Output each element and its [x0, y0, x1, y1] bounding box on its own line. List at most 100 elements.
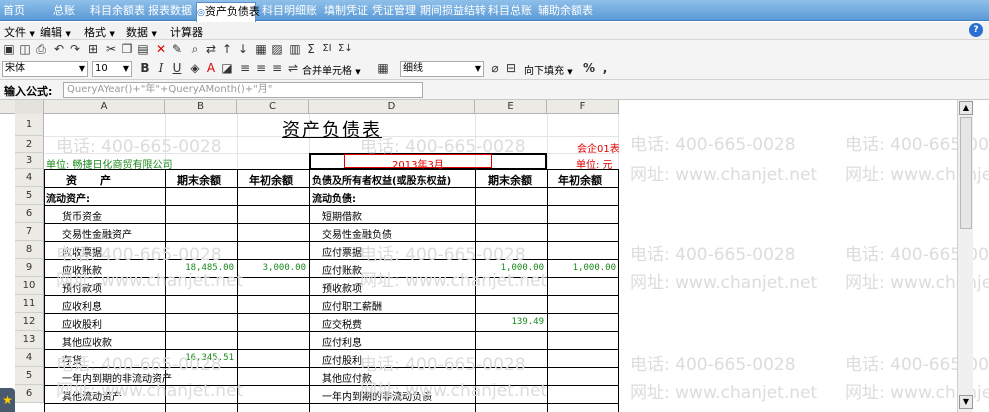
sort-desc-icon[interactable]: ↓ [236, 42, 250, 56]
value-receivable-end: 18,485.00 [185, 263, 234, 273]
tab-general-ledger[interactable]: 总账 [50, 2, 78, 21]
grid-icon[interactable]: ▦ [376, 61, 390, 75]
border-icon[interactable]: ◪ [220, 61, 234, 75]
row-header[interactable]: 12 [15, 313, 44, 331]
print-preview-icon[interactable]: ◫ [18, 42, 32, 56]
row-header[interactable]: 4 [15, 349, 44, 367]
item-dividends-payable: 应付股利 [322, 356, 362, 367]
paste-icon[interactable]: ▤ [136, 42, 150, 56]
format-painter-icon[interactable]: ⊟ [504, 61, 518, 75]
insert-cell-icon[interactable]: ⊞ [86, 42, 100, 56]
thousands-separator-icon[interactable]: , [598, 61, 612, 75]
tab-home[interactable]: 首页 [0, 2, 28, 21]
copy-icon[interactable]: ❐ [120, 42, 134, 56]
wrap-icon[interactable]: ⇌ [286, 61, 300, 75]
bold-icon[interactable]: B [138, 61, 152, 75]
sum-col-icon[interactable]: Σ↓ [338, 42, 353, 56]
cell-grid[interactable]: 资产负债表 会企01表 单位: 畅捷日化商贸有限公司 2013年3月 单位: 元… [44, 114, 620, 412]
row-header[interactable]: 6 [15, 385, 44, 403]
align-right-icon[interactable]: ≡ [270, 61, 284, 75]
tab-period-profit-loss[interactable]: 期间损益结转 [420, 2, 486, 21]
save-icon[interactable]: ▣ [2, 42, 16, 56]
menu-data[interactable]: 数据 ▼ [126, 24, 157, 40]
column-header-a[interactable]: A [44, 100, 165, 114]
tab-account-balance[interactable]: 科目余额表 [90, 2, 145, 21]
favorite-star-icon[interactable]: ★ [0, 388, 15, 412]
row-header[interactable]: 10 [15, 277, 44, 295]
scroll-up-icon[interactable]: ▲ [959, 101, 973, 115]
tab-balance-sheet[interactable]: ◎资产负债表 [196, 2, 260, 22]
find-icon[interactable]: ⌕ [188, 42, 202, 56]
column-header-f[interactable]: F [547, 100, 619, 114]
row-header[interactable]: 9 [15, 259, 44, 277]
item-dividends-receivable: 应收股利 [62, 320, 102, 331]
fill-down-button[interactable]: 向下填充 ▼ [524, 62, 573, 77]
row-header[interactable]: 5 [15, 367, 44, 385]
redo-icon[interactable]: ↷ [68, 42, 82, 56]
picture-icon[interactable]: ▨ [270, 42, 284, 56]
chart-icon[interactable]: ▦ [254, 42, 268, 56]
row-header[interactable]: 1 [15, 114, 44, 136]
row-header[interactable]: 4 [15, 169, 44, 187]
toolbar-row-2: 宋体 ▼ 10 ▼ B I U ◈ A ◪ ≡ ≡ ≡ ⇌ 合并单元格 ▼ ▦ 细线… [2, 60, 622, 78]
tab-voucher-mgmt[interactable]: 凭证管理 [372, 2, 416, 21]
column-header-d[interactable]: D [309, 100, 475, 114]
column-header-c[interactable]: C [237, 100, 309, 114]
cut-icon[interactable]: ✂ [104, 42, 118, 56]
sum-icon[interactable]: Σ [304, 42, 318, 56]
tab-fill-voucher[interactable]: 填制凭证 [324, 2, 368, 21]
row-header[interactable]: 13 [15, 331, 44, 349]
scroll-down-icon[interactable]: ▼ [959, 395, 973, 409]
sort-asc-icon[interactable]: ↑ [220, 42, 234, 56]
border-style-select[interactable]: 细线 ▼ [400, 61, 484, 77]
font-size-select[interactable]: 10 ▼ [92, 61, 132, 77]
font-family-select[interactable]: 宋体 ▼ [2, 61, 88, 77]
item-other-receivables: 其他应收款 [62, 338, 112, 349]
row-header[interactable]: 6 [15, 205, 44, 223]
delete-icon[interactable]: ✕ [154, 42, 168, 56]
dropdown-arrow-icon: ▼ [109, 30, 115, 38]
formula-label: 输入公式: [4, 85, 53, 98]
row-header[interactable]: 8 [15, 241, 44, 259]
merge-cells-button[interactable]: 合并单元格 ▼ [302, 62, 361, 77]
sheet-icon[interactable]: ▥ [288, 42, 302, 56]
row-header[interactable]: 11 [15, 295, 44, 313]
select-all-corner[interactable] [15, 100, 44, 114]
help-icon[interactable]: ? [969, 23, 983, 37]
tab-report-data[interactable]: 报表数据 [148, 2, 192, 21]
menu-bar: 文件 ▼ 编辑 ▼ 格式 ▼ 数据 ▼ 计算器 ? [0, 22, 989, 40]
fill-color-icon[interactable]: ◈ [188, 61, 202, 75]
print-icon[interactable]: ⎙ [34, 42, 48, 56]
vertical-scrollbar[interactable]: ▲ ▼ [957, 100, 973, 412]
row-header[interactable]: 2 [15, 136, 44, 153]
menu-edit[interactable]: 编辑 ▼ [40, 24, 71, 40]
clear-icon[interactable]: ✎ [170, 42, 184, 56]
tab-account-ledger[interactable]: 科目总账 [488, 2, 532, 21]
value-payable-begin: 1,000.00 [572, 263, 616, 273]
sum-row-icon[interactable]: ΣI [320, 42, 334, 56]
menu-format[interactable]: 格式 ▼ [84, 24, 115, 40]
report-title: 资产负债表 [282, 120, 382, 141]
scrollbar-thumb[interactable] [960, 117, 972, 229]
formula-input[interactable]: QueryAYear()+"年"+QueryAMonth()+"月" [63, 82, 423, 98]
align-left-icon[interactable]: ≡ [238, 61, 252, 75]
font-color-icon[interactable]: A [204, 61, 218, 75]
italic-icon[interactable]: I [154, 61, 168, 75]
replace-icon[interactable]: ⇄ [204, 42, 218, 56]
align-center-icon[interactable]: ≡ [254, 61, 268, 75]
undo-icon[interactable]: ↶ [52, 42, 66, 56]
menu-file[interactable]: 文件 ▼ [4, 24, 35, 40]
tab-account-detail[interactable]: 科目明细账 [262, 2, 317, 21]
menu-calculator[interactable]: 计算器 [170, 24, 203, 40]
item-inventory: 存货 [62, 356, 82, 367]
eraser-icon[interactable]: ⌀ [488, 61, 502, 75]
spreadsheet: A B C D E F 1 2 3 4 5 6 7 8 9 10 11 12 1… [0, 100, 989, 412]
row-header[interactable]: 3 [15, 153, 44, 169]
percent-icon[interactable]: % [582, 61, 596, 75]
underline-icon[interactable]: U [170, 61, 184, 75]
row-header[interactable]: 5 [15, 187, 44, 205]
tab-aux-balance[interactable]: 辅助余额表 [538, 2, 593, 21]
row-header[interactable]: 7 [15, 223, 44, 241]
column-header-b[interactable]: B [165, 100, 237, 114]
column-header-e[interactable]: E [475, 100, 547, 114]
